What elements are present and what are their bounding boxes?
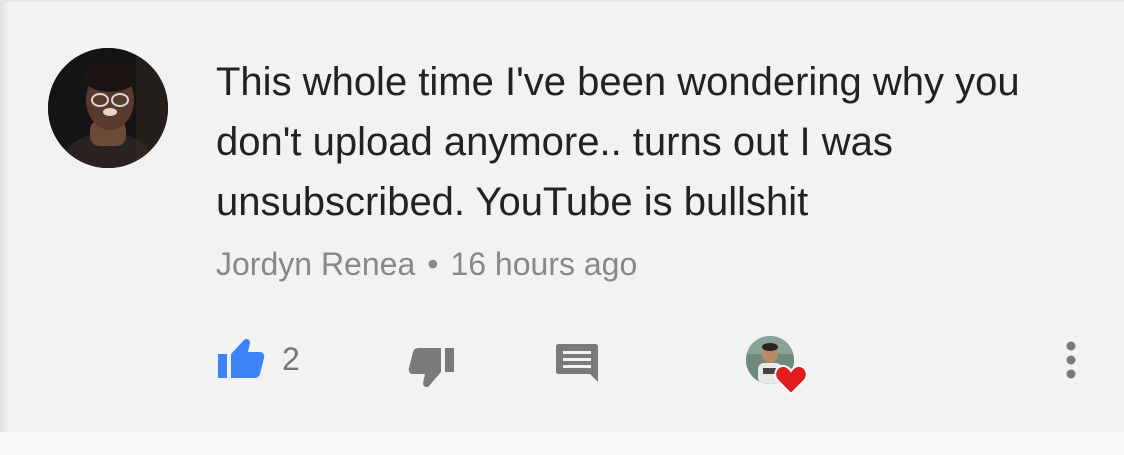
creator-heart (746, 336, 808, 398)
thumbs-down-icon (408, 348, 454, 387)
edge-shadow (0, 2, 8, 434)
more-vert-icon (1066, 341, 1076, 379)
avatar-photo (48, 48, 168, 168)
comment-card: This whole time I've been wondering why … (0, 0, 1124, 434)
author-name[interactable]: Jordyn Renea (216, 246, 415, 282)
comment-text: This whole time I've been wondering why … (216, 60, 1020, 224)
meta-separator: • (427, 246, 439, 282)
comment-meta: Jordyn Renea • 16 hours ago (216, 244, 637, 284)
more-options-button[interactable] (1056, 340, 1086, 382)
comment-timestamp: 16 hours ago (450, 246, 638, 282)
heart-icon (774, 364, 808, 396)
thumbs-up-icon (218, 339, 265, 378)
footer-strip (0, 432, 1124, 455)
like-button[interactable] (216, 336, 266, 380)
comment-icon (556, 344, 598, 382)
like-count: 2 (282, 341, 300, 377)
commenter-avatar[interactable] (48, 48, 168, 168)
reply-button[interactable] (555, 342, 599, 384)
dislike-button[interactable] (408, 346, 456, 390)
